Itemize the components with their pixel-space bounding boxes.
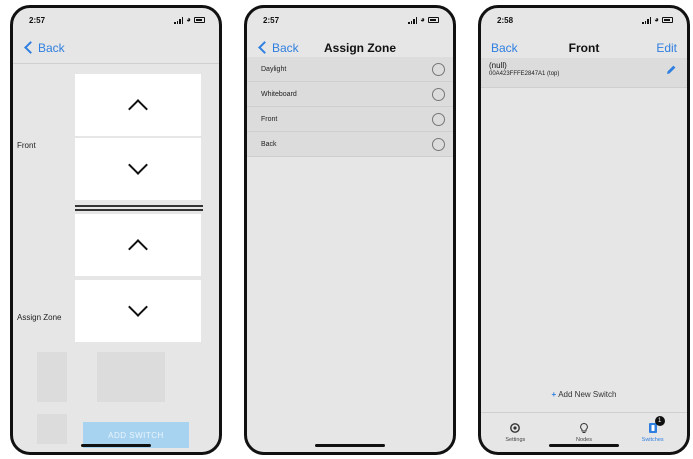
zone-row-daylight[interactable]: Daylight xyxy=(247,57,453,82)
switch-id: 00A423FFFE2847A1 (top) xyxy=(489,71,560,77)
zone-row-whiteboard[interactable]: Whiteboard xyxy=(247,82,453,107)
switch-name: (null) xyxy=(489,61,507,70)
wifi-icon: ◕ xyxy=(654,15,659,24)
status-time: 2:57 xyxy=(263,15,280,25)
assign-zone-up-button[interactable] xyxy=(75,214,201,276)
add-new-switch-button[interactable]: + Add New Switch xyxy=(481,390,687,399)
back-label: Back xyxy=(38,40,65,55)
lightbulb-icon xyxy=(580,422,588,433)
battery-icon xyxy=(662,17,673,23)
chevron-left-icon xyxy=(24,41,37,54)
tab-label: Switches xyxy=(641,437,664,443)
placeholder-box xyxy=(37,414,67,444)
radio-button[interactable] xyxy=(432,112,445,126)
zone-label: Whiteboard xyxy=(261,90,297,98)
zone-label: Front xyxy=(261,115,278,123)
status-bar: 2:58 ◕ xyxy=(481,8,687,32)
front-down-button[interactable] xyxy=(75,138,201,200)
phone-screen-assign-zone: 2:57 ◕ Back Assign Zone Daylight Whitebo… xyxy=(244,5,456,455)
signal-icon xyxy=(642,16,652,24)
back-button[interactable]: Back xyxy=(257,41,299,55)
nav-bar: Back xyxy=(13,32,219,64)
pencil-icon[interactable] xyxy=(665,64,677,76)
zone-label: Back xyxy=(261,140,277,148)
tab-label: Settings xyxy=(505,437,526,443)
wifi-icon: ◕ xyxy=(420,15,425,24)
wifi-icon: ◕ xyxy=(186,15,191,24)
assign-zone-label: Assign Zone xyxy=(17,313,62,322)
back-button[interactable]: Back xyxy=(23,41,65,55)
chevron-down-icon xyxy=(128,297,148,317)
settings-icon xyxy=(510,423,521,433)
battery-icon xyxy=(428,17,439,23)
chevron-up-icon xyxy=(128,99,148,119)
phone-screen-switches: 2:58 ◕ Back Front Edit (null) 00A423FFFE… xyxy=(478,5,690,455)
tab-bar: Settings Nodes 1 Switches xyxy=(481,412,687,452)
status-icons: ◕ xyxy=(642,16,673,24)
zone-row-back[interactable]: Back xyxy=(247,132,453,157)
signal-icon xyxy=(174,16,184,24)
zone-list: Daylight Whiteboard Front Back xyxy=(247,57,453,157)
assign-zone-down-button[interactable] xyxy=(75,280,201,342)
status-bar: 2:57 ◕ xyxy=(247,8,453,32)
home-indicator xyxy=(315,444,385,447)
phone-screen-add-switch: 2:57 ◕ Back Front Assign Zone ADD SWITCH xyxy=(10,5,222,455)
home-indicator xyxy=(81,444,151,447)
notification-badge: 1 xyxy=(654,416,665,426)
front-up-button[interactable] xyxy=(75,74,201,136)
radio-button[interactable] xyxy=(432,62,445,76)
back-button[interactable]: Back xyxy=(491,41,518,55)
zone-label: Daylight xyxy=(261,65,287,73)
switch-list-item[interactable]: (null) 00A423FFFE2847A1 (top) xyxy=(481,58,687,88)
chevron-left-icon xyxy=(258,41,271,54)
battery-icon xyxy=(194,17,205,23)
home-indicator xyxy=(549,444,619,447)
status-time: 2:58 xyxy=(497,15,514,25)
placeholder-box xyxy=(37,352,67,402)
zone-row-front[interactable]: Front xyxy=(247,107,453,132)
tab-nodes[interactable]: Nodes xyxy=(550,413,619,452)
status-bar: 2:57 ◕ xyxy=(13,8,219,32)
plus-icon: + xyxy=(551,390,557,399)
add-new-switch-label: Add New Switch xyxy=(558,390,617,399)
tab-label: Nodes xyxy=(576,437,592,443)
tab-settings[interactable]: Settings xyxy=(481,413,550,452)
back-label: Back xyxy=(272,40,299,55)
placeholder-box xyxy=(97,352,165,402)
edit-button[interactable]: Edit xyxy=(656,41,677,55)
front-label: Front xyxy=(17,141,36,150)
status-icons: ◕ xyxy=(174,16,205,24)
radio-button[interactable] xyxy=(432,87,445,101)
chevron-up-icon xyxy=(128,239,148,259)
status-time: 2:57 xyxy=(29,15,46,25)
signal-icon xyxy=(408,16,418,24)
status-icons: ◕ xyxy=(408,16,439,24)
radio-button[interactable] xyxy=(432,137,445,151)
divider xyxy=(75,205,203,211)
chevron-down-icon xyxy=(128,155,148,175)
tab-switches[interactable]: 1 Switches xyxy=(618,413,687,452)
